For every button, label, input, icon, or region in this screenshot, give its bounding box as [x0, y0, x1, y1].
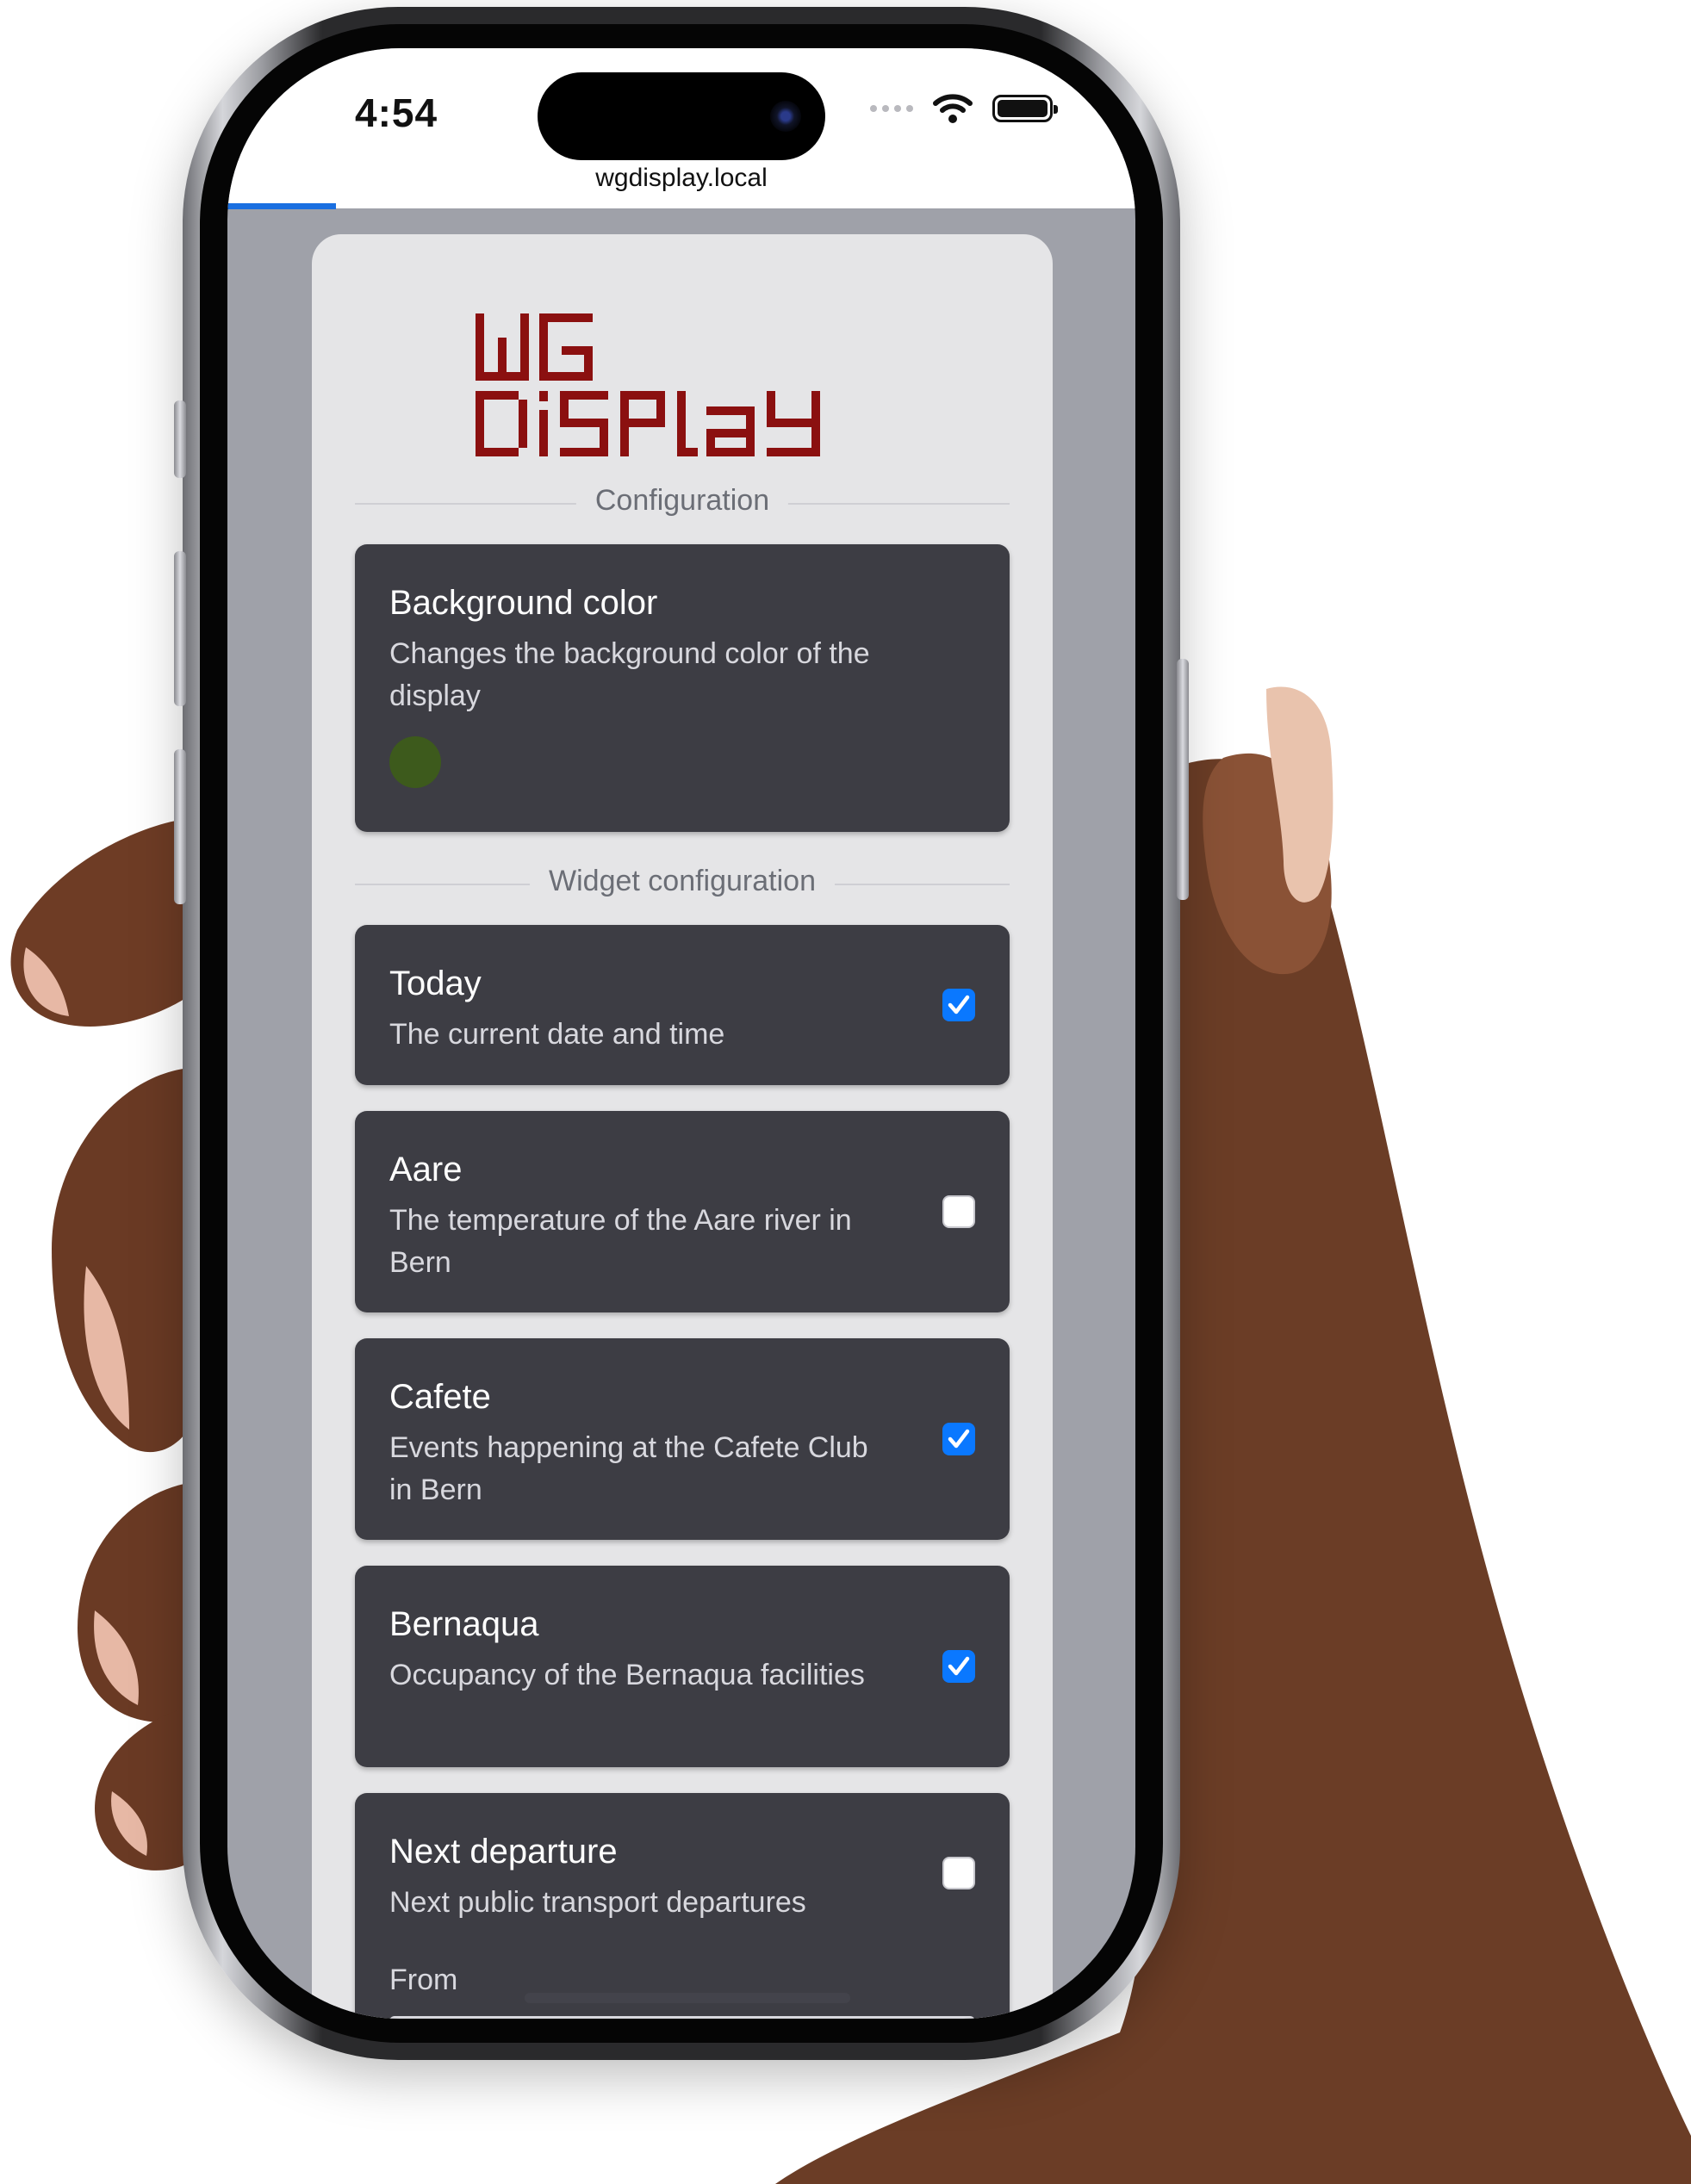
status-bar: 4:54 wgdisplay.local: [227, 48, 1135, 209]
background-color-card: Background color Changes the background …: [355, 544, 1010, 832]
widget-card-aare: Aare The temperature of the Aare river i…: [355, 1111, 1010, 1312]
widget-toggle-checkbox[interactable]: [942, 989, 975, 1021]
configuration-divider: Configuration: [355, 484, 1010, 518]
background-color-description: Changes the background color of the disp…: [389, 637, 870, 712]
widget-description: The current date and time: [389, 1018, 725, 1051]
volume-down-button: [174, 749, 186, 904]
widget-card-bernaqua: Bernaqua Occupancy of the Bernaqua facil…: [355, 1566, 1010, 1767]
background-color-title: Background color: [389, 584, 658, 622]
cellular-signal-icon: [870, 105, 913, 112]
widget-title: Today: [389, 965, 482, 1002]
power-button: [1177, 659, 1189, 900]
widget-toggle-checkbox[interactable]: [942, 1857, 975, 1889]
battery-icon: [992, 95, 1058, 122]
configuration-heading: Configuration: [575, 484, 789, 518]
status-time: 4:54: [355, 90, 438, 135]
widget-title: Bernaqua: [389, 1605, 539, 1643]
checkmark-icon: [948, 995, 970, 1014]
checkmark-icon: [948, 1429, 970, 1449]
phone-screen: 4:54 wgdisplay.local Configuration Backg…: [227, 48, 1135, 2019]
address-bar-url[interactable]: wgdisplay.local: [227, 164, 1135, 193]
widget-toggle-checkbox[interactable]: [942, 1195, 975, 1228]
widget-card-next-departure: Next departure Next public transport dep…: [355, 1793, 1010, 2019]
widget-title: Aare: [389, 1151, 463, 1188]
wg-display-logo: [476, 313, 820, 456]
home-indicator: [525, 1993, 850, 2003]
widget-title: Cafete: [389, 1378, 491, 1416]
widget-configuration-divider: Widget configuration: [355, 865, 1010, 898]
page-load-progress: [227, 203, 336, 209]
wifi-icon: [933, 94, 973, 123]
widget-title: Next departure: [389, 1833, 618, 1871]
checkmark-icon: [948, 1656, 970, 1676]
widget-description: The temperature of the Aare river in Ber…: [389, 1204, 852, 1279]
widget-toggle-checkbox[interactable]: [942, 1650, 975, 1683]
widget-card-today: Today The current date and time: [355, 925, 1010, 1085]
widget-description: Events happening at the Cafete Club in B…: [389, 1431, 868, 1506]
widget-toggle-checkbox[interactable]: [942, 1423, 975, 1455]
action-button: [174, 400, 186, 478]
widget-description: Occupancy of the Bernaqua facilities: [389, 1659, 865, 1691]
widget-description: Next public transport departures: [389, 1886, 806, 1919]
from-station-input[interactable]: [389, 2016, 975, 2019]
color-picker-swatch[interactable]: [389, 736, 441, 788]
status-icons: [870, 93, 1058, 124]
widget-card-cafete: Cafete Events happening at the Cafete Cl…: [355, 1338, 1010, 1540]
widget-configuration-heading: Widget configuration: [530, 865, 835, 898]
camera-icon: [770, 101, 801, 132]
volume-up-button: [174, 551, 186, 706]
dynamic-island: [538, 72, 825, 160]
settings-panel: Configuration Background color Changes t…: [312, 234, 1053, 2019]
